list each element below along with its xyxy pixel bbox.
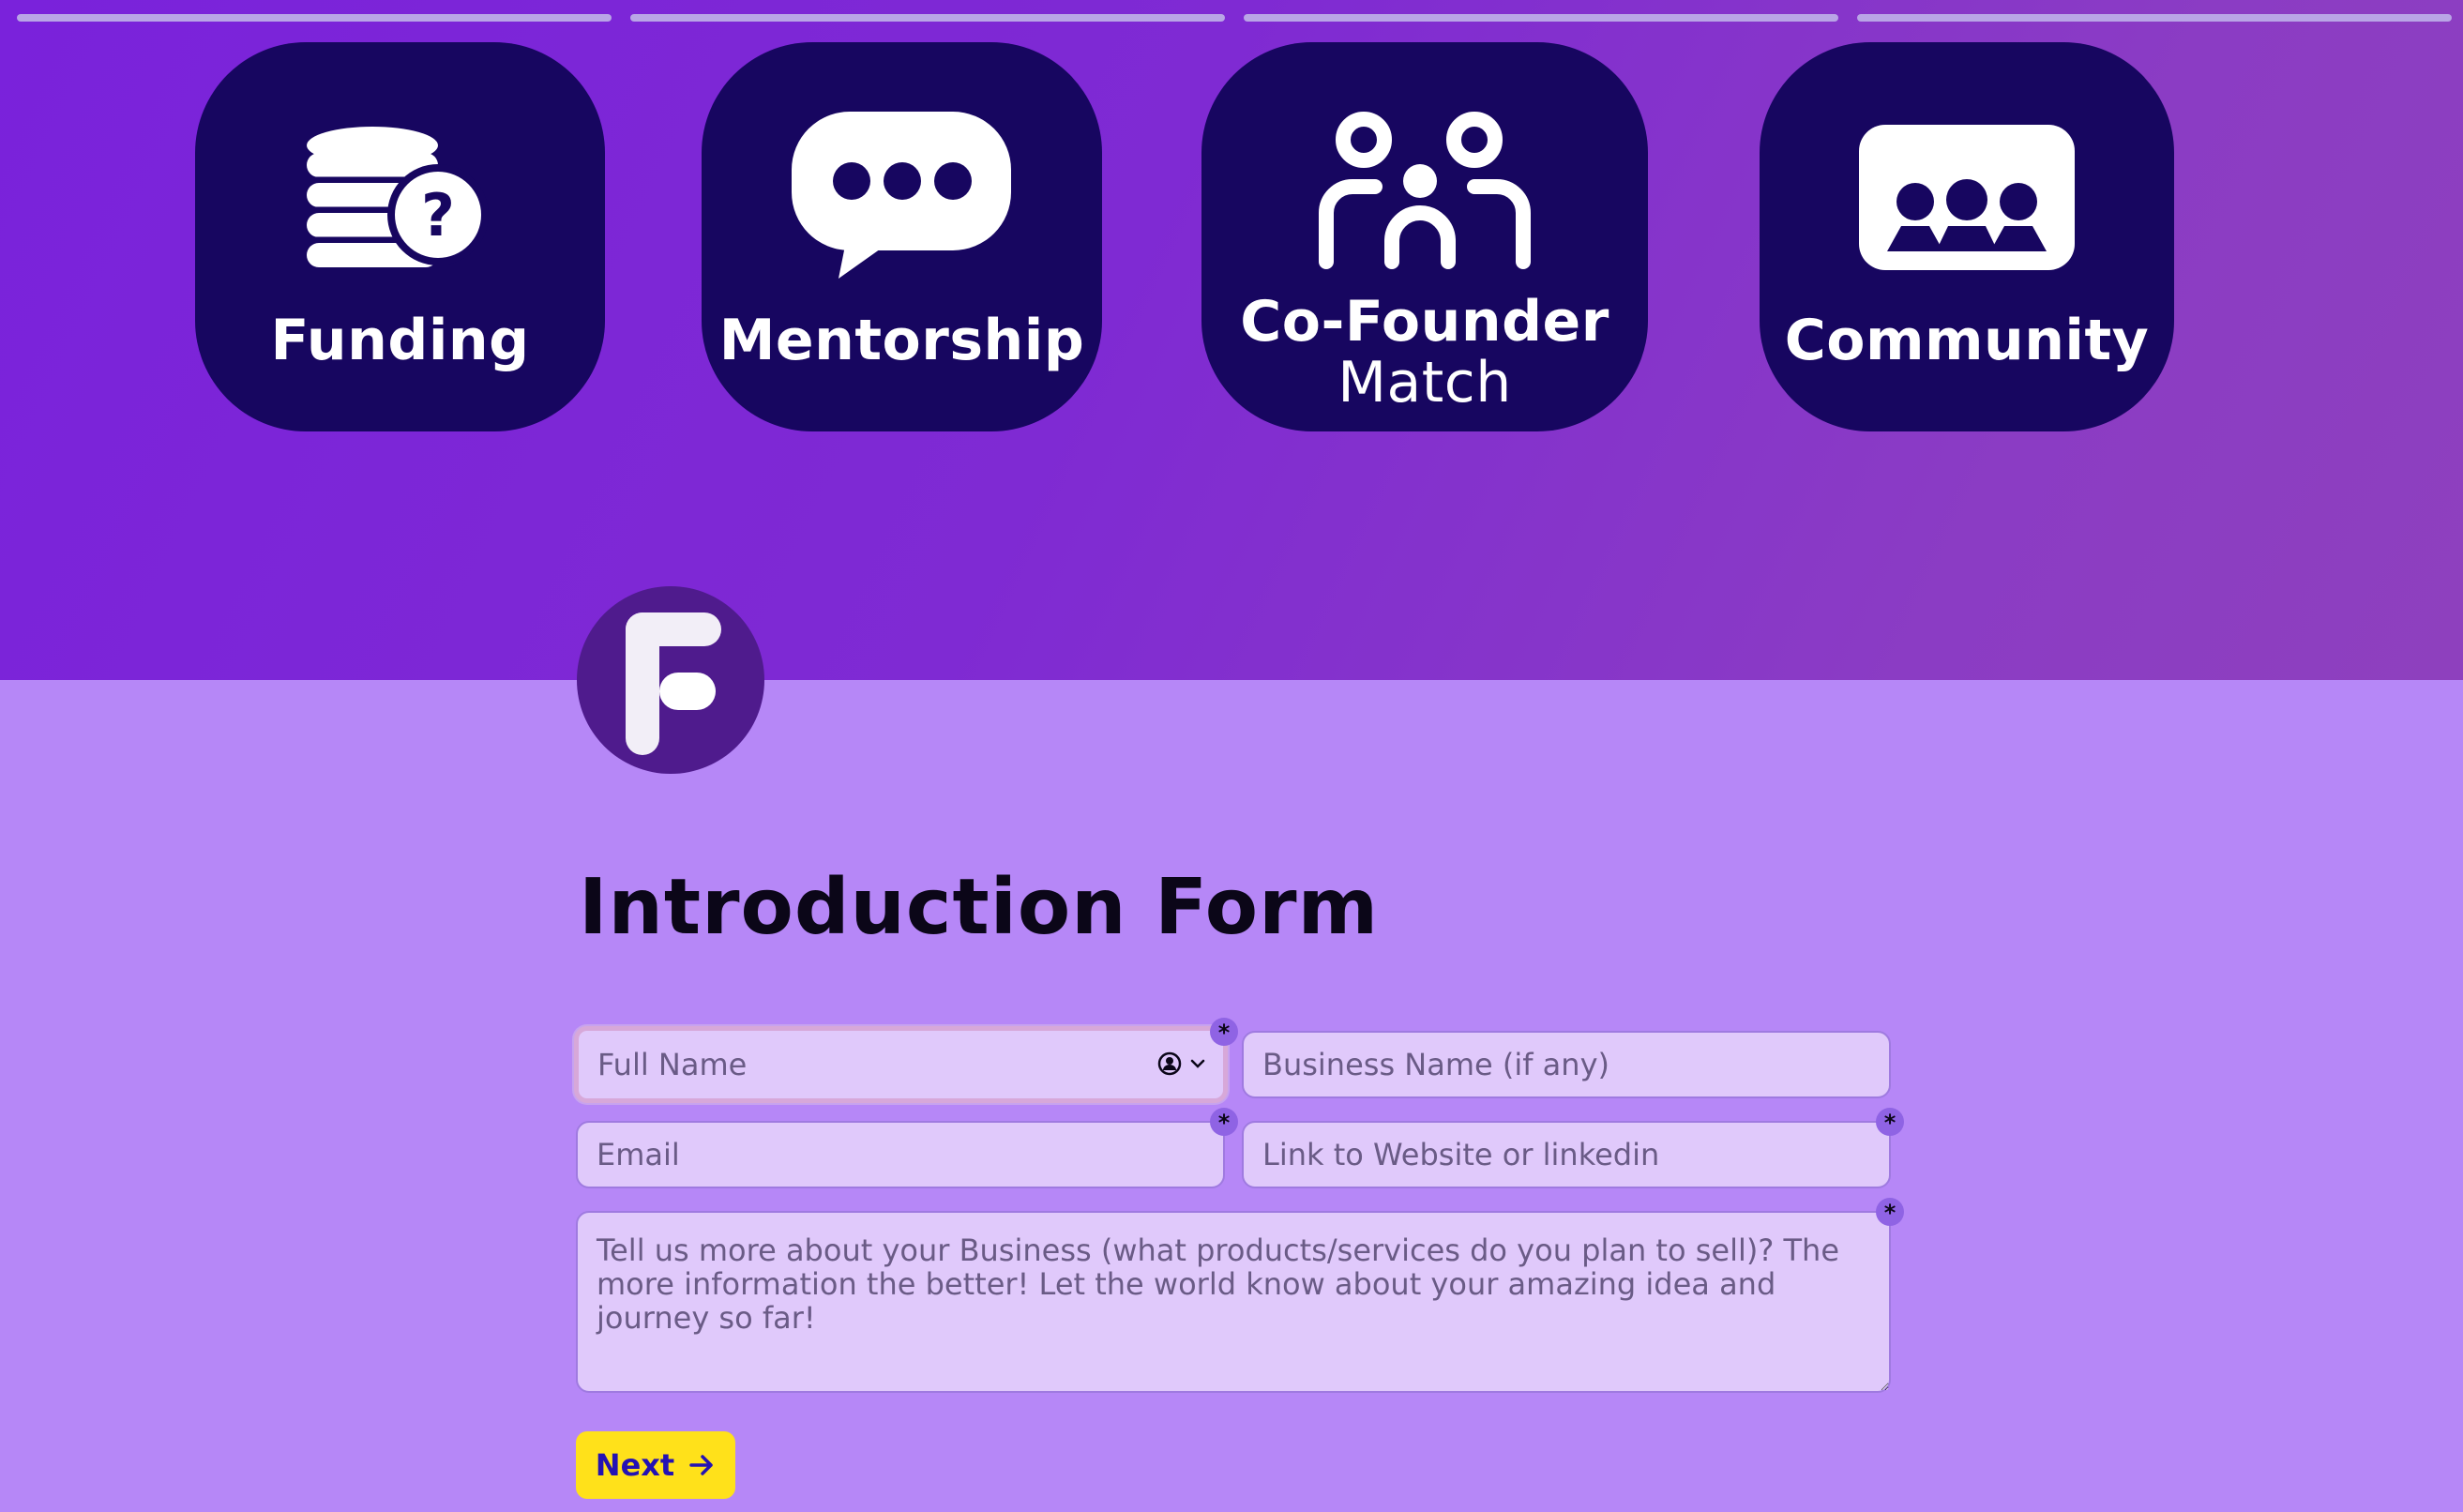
svg-text:?: ? (421, 181, 455, 249)
tile-community: Community (1760, 42, 2174, 431)
progress-segment-1 (17, 14, 612, 22)
email-input[interactable] (576, 1121, 1225, 1188)
next-button-label: Next (595, 1447, 675, 1483)
tile-mentorship: Mentorship (702, 42, 1102, 431)
progress-segment-2 (630, 14, 1225, 22)
group-icon (1859, 125, 2075, 270)
contact-card-icon (1157, 1051, 1182, 1076)
chat-bubble-icon (791, 112, 1011, 279)
required-marker: * (1876, 1198, 1904, 1226)
tile-label-community: Community (1784, 308, 2150, 373)
business-description-textarea[interactable] (576, 1211, 1891, 1393)
tile-label-funding: Funding (270, 308, 530, 373)
website-input[interactable] (1242, 1121, 1891, 1188)
brand-logo (577, 586, 764, 774)
form-title: Introduction Form (579, 863, 1380, 952)
tile-label-mentorship: Mentorship (718, 308, 1085, 373)
chevron-down-icon (1190, 1059, 1205, 1068)
tile-sublabel-match: Match (1337, 350, 1512, 416)
step-progress (17, 14, 2463, 22)
required-marker: * (1210, 1108, 1238, 1136)
arrow-right-icon (689, 1455, 713, 1475)
next-button[interactable]: Next (576, 1431, 735, 1499)
autofill-contact-button[interactable] (1157, 1050, 1206, 1078)
required-marker: * (1210, 1018, 1238, 1046)
full-name-input[interactable] (574, 1026, 1228, 1103)
business-name-input[interactable] (1242, 1031, 1891, 1098)
tile-funding: ? Funding (195, 42, 605, 431)
hero-banner: ? Funding Mentorship Co-Founder Match Co… (0, 0, 2463, 680)
required-marker: * (1876, 1108, 1904, 1136)
tile-cofounder-match: Co-Founder Match (1201, 42, 1648, 431)
progress-segment-4 (1857, 14, 2452, 22)
tile-label-cofounder: Co-Founder (1240, 289, 1609, 355)
progress-segment-3 (1244, 14, 1838, 22)
logo-letter-f-icon (626, 612, 721, 755)
coins-question-icon: ? (306, 127, 489, 267)
people-connect-icon (1319, 112, 1531, 269)
